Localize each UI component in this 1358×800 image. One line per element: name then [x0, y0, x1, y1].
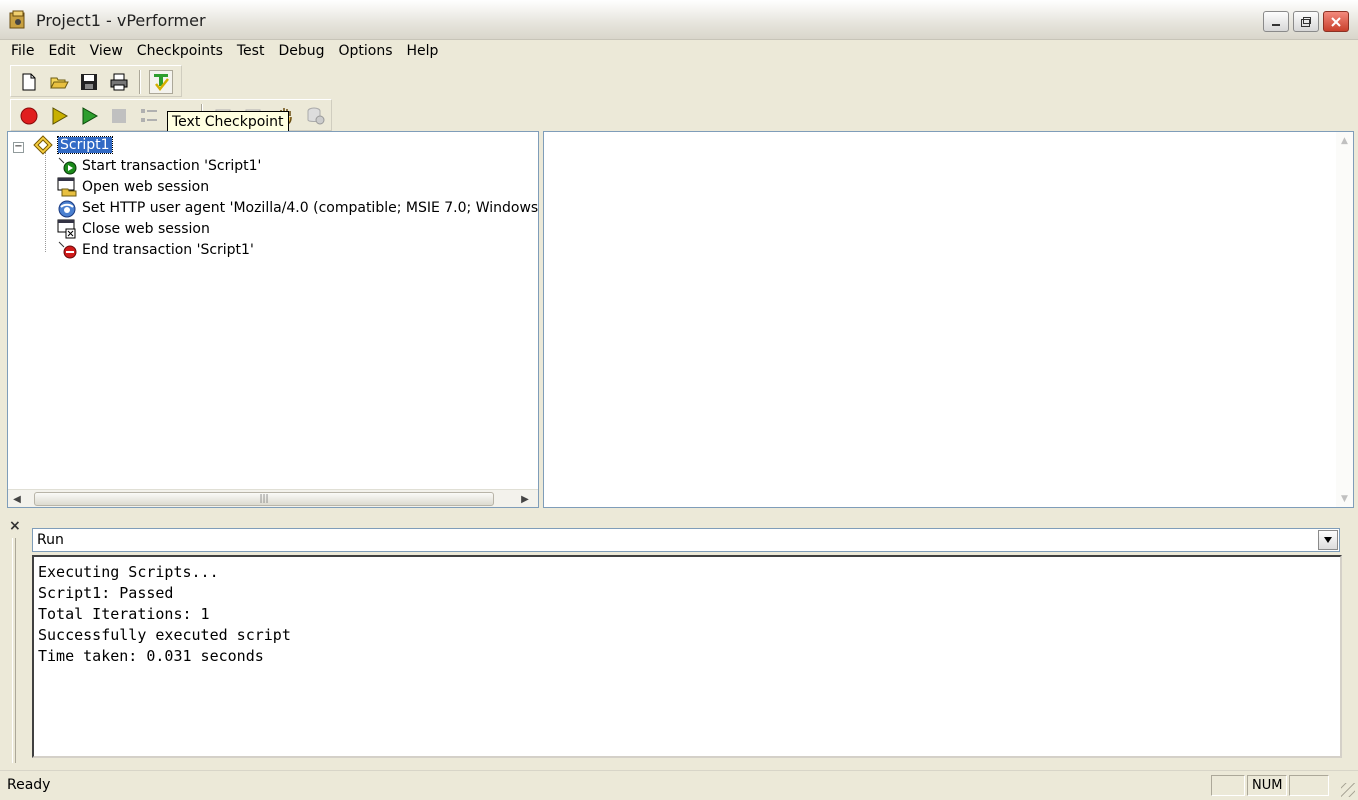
tree-item[interactable]: Open web session: [56, 177, 209, 197]
log-line: Script1: Passed: [38, 584, 174, 602]
title-bar[interactable]: Project1 - vPerformer: [0, 0, 1358, 40]
menu-view[interactable]: View: [83, 43, 130, 59]
grip-icon: |||: [259, 494, 269, 504]
check-script-icon: [154, 74, 169, 92]
end-transaction-icon: [56, 240, 78, 260]
restore-icon: [1301, 16, 1311, 27]
play-outline-icon: [52, 107, 69, 125]
output-type-value: Run: [37, 532, 64, 548]
menu-debug[interactable]: Debug: [271, 43, 331, 59]
start-transaction-icon: [56, 156, 78, 176]
close-session-icon: [56, 219, 78, 239]
tree-item[interactable]: Close web session: [56, 219, 210, 239]
detail-pane[interactable]: ▲ ▼: [543, 131, 1354, 508]
toolbar-separator: [139, 70, 141, 94]
tree-item-label: Open web session: [82, 179, 210, 195]
menu-edit[interactable]: Edit: [41, 43, 82, 59]
print-button[interactable]: [107, 70, 131, 94]
dropdown-button[interactable]: [1318, 530, 1338, 550]
database-disabled-icon: [307, 107, 325, 125]
save-button[interactable]: [77, 70, 101, 94]
tree-line: [45, 152, 46, 252]
tooltip: Text Checkpoint: [167, 111, 289, 133]
print-icon: [110, 73, 128, 91]
close-button[interactable]: [1323, 11, 1349, 32]
play-button[interactable]: [77, 104, 101, 128]
log-line: Time taken: 0.031 seconds: [38, 647, 264, 665]
record-icon: [20, 107, 38, 125]
status-cell-scroll: [1289, 775, 1329, 796]
open-folder-icon: [50, 77, 69, 89]
scroll-down-icon[interactable]: ▼: [1336, 490, 1353, 507]
database-button[interactable]: [303, 104, 327, 128]
log-line: Executing Scripts...: [38, 563, 219, 581]
output-log[interactable]: Executing Scripts... Script1: Passed Tot…: [32, 555, 1342, 758]
tree-item-label: Close web session: [82, 221, 210, 237]
scroll-right-icon[interactable]: ▶: [516, 490, 534, 507]
menu-checkpoints[interactable]: Checkpoints: [130, 43, 230, 59]
compile-button[interactable]: [149, 70, 173, 94]
tree-item-label: End transaction 'Script1': [82, 242, 254, 258]
panel-grip[interactable]: [12, 538, 16, 763]
menu-options[interactable]: Options: [332, 43, 400, 59]
tree-root[interactable]: − Script1: [8, 135, 113, 155]
status-bar: Ready NUM: [0, 770, 1358, 800]
list-icon: [141, 109, 157, 122]
log-line: Successfully executed script: [38, 626, 291, 644]
play-step-button[interactable]: [47, 104, 71, 128]
list-button[interactable]: [137, 104, 161, 128]
scroll-up-icon[interactable]: ▲: [1336, 132, 1353, 149]
status-cell-num: NUM: [1247, 775, 1287, 796]
window-title: Project1 - vPerformer: [36, 11, 206, 30]
tree-root-label: Script1: [57, 136, 113, 154]
menu-help[interactable]: Help: [400, 43, 446, 59]
close-panel-icon[interactable]: ×: [9, 518, 21, 534]
minimize-button[interactable]: [1263, 11, 1289, 32]
resize-grip-icon[interactable]: [1341, 783, 1355, 797]
stop-icon: [112, 109, 126, 123]
stop-button[interactable]: [107, 104, 131, 128]
vertical-scrollbar[interactable]: ▲ ▼: [1336, 132, 1353, 507]
scroll-left-icon[interactable]: ◀: [8, 490, 26, 507]
minimize-icon: [1272, 23, 1280, 26]
tree-item-label: Set HTTP user agent 'Mozilla/4.0 (compat…: [82, 200, 539, 216]
horizontal-scrollbar[interactable]: ◀ ||| ▶: [8, 489, 538, 507]
log-line: Total Iterations: 1: [38, 605, 210, 623]
num-lock-indicator: NUM: [1252, 778, 1283, 793]
new-button[interactable]: [17, 70, 41, 94]
open-button[interactable]: [47, 70, 71, 94]
output-type-select[interactable]: Run: [32, 528, 1340, 552]
tree-item[interactable]: Set HTTP user agent 'Mozilla/4.0 (compat…: [56, 198, 539, 218]
scroll-thumb[interactable]: |||: [34, 492, 494, 506]
status-text: Ready: [7, 777, 51, 793]
status-cell-caps: [1211, 775, 1245, 796]
open-session-icon: [56, 177, 78, 197]
close-icon: [1331, 16, 1341, 27]
menu-bar: File Edit View Checkpoints Test Debug Op…: [0, 40, 1358, 62]
user-agent-icon: [56, 198, 78, 218]
tree-item[interactable]: End transaction 'Script1': [56, 240, 254, 260]
restore-button[interactable]: [1293, 11, 1319, 32]
script-tree[interactable]: − Script1 Start transaction 'Script1' Op…: [7, 131, 539, 508]
standard-toolbar: [10, 65, 182, 97]
app-icon: [9, 10, 25, 29]
menu-test[interactable]: Test: [230, 43, 272, 59]
chevron-down-icon: [1324, 537, 1332, 543]
collapse-icon[interactable]: −: [13, 142, 24, 153]
script-icon: [32, 135, 54, 155]
play-icon: [82, 107, 99, 125]
new-file-icon: [22, 73, 36, 91]
tree-item[interactable]: Start transaction 'Script1': [56, 156, 261, 176]
record-button[interactable]: [17, 104, 41, 128]
tree-item-label: Start transaction 'Script1': [82, 158, 262, 174]
save-icon: [81, 74, 97, 90]
menu-file[interactable]: File: [4, 43, 41, 59]
